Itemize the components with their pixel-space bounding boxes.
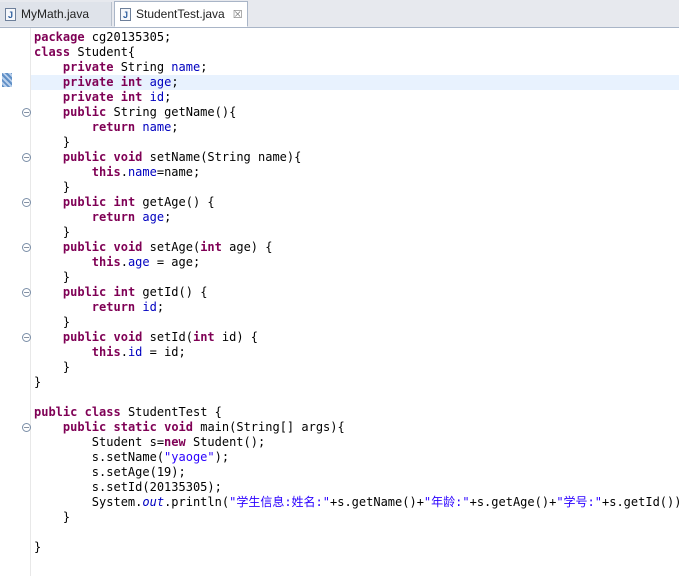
code-line[interactable]: return id; — [34, 300, 164, 315]
tab-studenttest-java[interactable]: J StudentTest.java ☒ — [114, 1, 248, 27]
code-line[interactable]: package cg20135305; — [34, 30, 171, 45]
code-line[interactable]: } — [34, 540, 41, 555]
fold-collapse-icon[interactable]: − — [22, 288, 31, 297]
fold-collapse-icon[interactable]: − — [22, 243, 31, 252]
code-line[interactable]: private String name; — [34, 60, 208, 75]
code-line[interactable]: } — [34, 375, 41, 390]
code-line[interactable]: System.out.println("学生信息:姓名:"+s.getName(… — [34, 495, 679, 510]
code-line[interactable]: public void setId(int id) { — [34, 330, 258, 345]
code-line[interactable]: class Student{ — [34, 45, 135, 60]
fold-collapse-icon[interactable]: − — [22, 153, 31, 162]
code-line[interactable]: } — [34, 135, 70, 150]
code-line[interactable]: public void setName(String name){ — [34, 150, 301, 165]
code-line[interactable]: this.name=name; — [34, 165, 200, 180]
code-line[interactable]: } — [34, 180, 70, 195]
code-line[interactable]: s.setAge(19); — [34, 465, 186, 480]
code-line[interactable]: } — [34, 360, 70, 375]
code-line[interactable]: return name; — [34, 120, 179, 135]
java-file-icon: J — [120, 7, 131, 21]
code-line[interactable]: private int age; — [34, 75, 179, 90]
code-line[interactable]: s.setId(20135305); — [34, 480, 222, 495]
code-editor[interactable]: package cg20135305; class Student{ privat… — [31, 28, 679, 576]
fold-collapse-icon[interactable]: − — [22, 108, 31, 117]
code-line[interactable]: } — [34, 270, 70, 285]
fold-collapse-icon[interactable]: − — [22, 423, 31, 432]
tab-label: MyMath.java — [21, 7, 90, 21]
code-line[interactable]: public void setAge(int age) { — [34, 240, 273, 255]
overview-marker-icon — [2, 73, 12, 87]
code-line[interactable]: } — [34, 315, 70, 330]
code-line[interactable]: public class StudentTest { — [34, 405, 222, 420]
code-line[interactable]: s.setName("yaoge"); — [34, 450, 229, 465]
tab-label: StudentTest.java — [136, 7, 225, 21]
code-line[interactable]: } — [34, 225, 70, 240]
fold-collapse-icon[interactable]: − — [22, 333, 31, 342]
code-line[interactable]: Student s=new Student(); — [34, 435, 265, 450]
code-line[interactable]: public static void main(String[] args){ — [34, 420, 345, 435]
editor-tab-bar: J MyMath.java J StudentTest.java ☒ — [0, 0, 679, 28]
code-line[interactable]: private int id; — [34, 90, 171, 105]
code-line[interactable]: public String getName(){ — [34, 105, 236, 120]
fold-collapse-icon[interactable]: − — [22, 198, 31, 207]
code-line[interactable]: public int getId() { — [34, 285, 208, 300]
tab-mymath-java[interactable]: J MyMath.java — [0, 2, 112, 26]
code-line[interactable]: } — [34, 510, 70, 525]
code-line[interactable]: this.age = age; — [34, 255, 200, 270]
code-line[interactable]: this.id = id; — [34, 345, 186, 360]
java-file-icon: J — [5, 7, 16, 21]
code-line[interactable]: public int getAge() { — [34, 195, 215, 210]
close-tab-icon[interactable]: ☒ — [233, 8, 243, 21]
code-line[interactable]: return age; — [34, 210, 172, 225]
